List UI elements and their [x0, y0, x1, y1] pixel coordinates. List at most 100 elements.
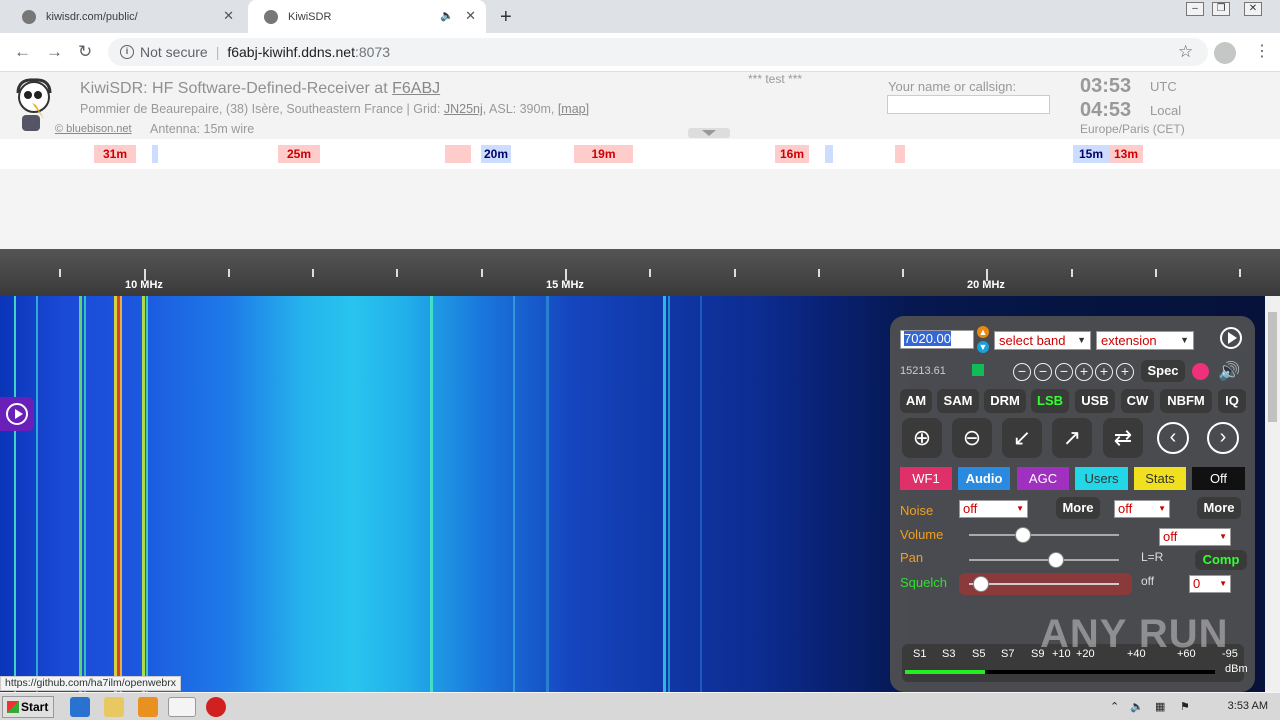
tab-kiwisdr-public[interactable]: kiwisdr.com/public/ ✕ — [6, 0, 244, 33]
frequency-input[interactable]: 7020.00 — [900, 330, 974, 349]
new-tab-button[interactable]: + — [500, 6, 512, 29]
forward-icon[interactable]: → — [46, 42, 63, 62]
volume-select[interactable]: off — [1159, 528, 1231, 546]
mode-sam-button[interactable]: SAM — [937, 389, 979, 413]
credit-link[interactable]: © bluebison.net — [55, 123, 132, 135]
restore-button[interactable]: ❐ — [1212, 2, 1230, 16]
tab-audio-icon[interactable]: 🔈 — [440, 9, 454, 22]
tab-wf1[interactable]: WF1 — [900, 467, 952, 490]
left-panel-toggle[interactable] — [0, 397, 34, 431]
mode-iq-button[interactable]: IQ — [1218, 389, 1246, 413]
account-avatar[interactable] — [1214, 42, 1236, 64]
noise-select[interactable]: off — [959, 500, 1028, 518]
zoom-in-small-icon[interactable]: + — [1075, 363, 1093, 381]
zoom-out-icon[interactable]: − — [1034, 363, 1052, 381]
speaker-icon[interactable]: 🔊 — [1218, 361, 1240, 382]
info-icon[interactable]: i — [120, 45, 134, 59]
band-marker[interactable] — [895, 145, 905, 163]
grid-link[interactable]: JN25nj — [444, 102, 483, 116]
network-tray-icon[interactable]: ▦ — [1155, 700, 1165, 713]
squelch-slider[interactable] — [969, 583, 1119, 585]
media-player-icon[interactable] — [138, 697, 158, 717]
zoom-in-big-icon[interactable]: ⊕ — [902, 418, 942, 458]
zoom-in-icon[interactable]: + — [1095, 363, 1113, 381]
start-button[interactable]: Start — [2, 696, 54, 718]
callsign-link[interactable]: F6ABJ — [392, 80, 440, 97]
noise2-more-button[interactable]: More — [1197, 497, 1241, 519]
pan-slider[interactable] — [969, 559, 1119, 561]
security-app-icon[interactable] — [206, 697, 226, 717]
tab-users[interactable]: Users — [1075, 467, 1128, 490]
waterfall-scrollbar[interactable] — [1265, 296, 1280, 692]
band-marker[interactable] — [825, 145, 833, 163]
comp-button[interactable]: Comp — [1195, 550, 1247, 570]
ie-icon[interactable] — [70, 697, 90, 717]
external-link-icon[interactable] — [972, 364, 984, 376]
minimize-button[interactable]: – — [1186, 2, 1204, 16]
close-tab-icon[interactable]: ✕ — [465, 8, 476, 24]
zoom-in-max-icon[interactable]: + — [1116, 363, 1134, 381]
step-down-icon[interactable]: ▼ — [977, 341, 989, 353]
band-25m[interactable]: 25m — [278, 145, 320, 163]
tab-audio[interactable]: Audio — [958, 467, 1010, 490]
noise-more-button[interactable]: More — [1056, 497, 1100, 519]
taskbar-clock[interactable]: 3:53 AM — [1228, 700, 1268, 712]
frequency-scale[interactable]: 10 MHz 15 MHz 20 MHz — [0, 249, 1280, 296]
close-window-button[interactable]: ✕ — [1244, 2, 1262, 16]
prev-icon[interactable]: ‹ — [1157, 422, 1189, 454]
volume-knob[interactable] — [1015, 527, 1031, 543]
tab-agc[interactable]: AGC — [1017, 467, 1069, 490]
mode-cw-button[interactable]: CW — [1121, 389, 1154, 413]
band-19m[interactable]: 19m — [574, 145, 633, 163]
tray-chevron-icon[interactable]: ⌃ — [1110, 700, 1119, 713]
map-link[interactable]: [map] — [558, 102, 589, 116]
swap-icon[interactable]: ⇄ — [1103, 418, 1143, 458]
zoom-out-max-icon[interactable]: − — [1013, 363, 1031, 381]
close-tab-icon[interactable]: ✕ — [223, 8, 234, 24]
band-13m[interactable]: 13m — [1109, 145, 1143, 163]
band-31m[interactable]: 31m — [94, 145, 136, 163]
chrome-icon[interactable] — [168, 697, 196, 717]
step-up-icon[interactable]: ▲ — [977, 326, 989, 338]
mode-usb-button[interactable]: USB — [1075, 389, 1115, 413]
tab-stats[interactable]: Stats — [1134, 467, 1186, 490]
noise2-select[interactable]: off — [1114, 500, 1170, 518]
spec-button[interactable]: Spec — [1141, 360, 1185, 382]
play-button[interactable] — [1220, 327, 1242, 349]
scrollbar-thumb[interactable] — [1268, 312, 1277, 422]
tab-off[interactable]: Off — [1192, 467, 1245, 490]
squelch-select[interactable]: 0 — [1189, 575, 1231, 593]
menu-icon[interactable]: ⋮ — [1254, 41, 1270, 61]
squelch-knob[interactable] — [973, 576, 989, 592]
band-marker[interactable] — [152, 145, 158, 163]
collapse-header-toggle[interactable] — [688, 128, 730, 138]
pan-knob[interactable] — [1048, 552, 1064, 568]
band-15m[interactable]: 15m — [1073, 145, 1109, 163]
callsign-input[interactable] — [887, 95, 1050, 114]
url-field[interactable]: i Not secure | f6abj-kiwihf.ddns.net :80… — [108, 38, 1208, 66]
next-icon[interactable]: › — [1207, 422, 1239, 454]
reload-icon[interactable]: ↻ — [78, 42, 92, 62]
collapse-icon[interactable]: ↙ — [1002, 418, 1042, 458]
zoom-out-small-icon[interactable]: − — [1055, 363, 1073, 381]
volume-slider[interactable] — [969, 534, 1119, 536]
tab-kiwisdr[interactable]: KiwiSDR 🔈 ✕ — [248, 0, 486, 33]
spectrum-area[interactable] — [0, 169, 1280, 249]
mode-am-button[interactable]: AM — [900, 389, 932, 413]
back-icon[interactable]: ← — [14, 42, 31, 62]
extension-select[interactable]: extension — [1096, 331, 1194, 350]
band-select[interactable]: select band — [994, 331, 1091, 350]
expand-icon[interactable]: ↗ — [1052, 418, 1092, 458]
zoom-out-big-icon[interactable]: ⊖ — [952, 418, 992, 458]
bookmark-star-icon[interactable]: ☆ — [1178, 42, 1193, 62]
mode-nbfm-button[interactable]: NBFM — [1160, 389, 1212, 413]
band-20m[interactable]: 20m — [481, 145, 511, 163]
folder-icon[interactable] — [104, 697, 124, 717]
band-16m[interactable]: 16m — [775, 145, 809, 163]
record-button[interactable] — [1192, 363, 1209, 380]
flag-tray-icon[interactable]: ⚑ — [1180, 700, 1190, 713]
mode-lsb-button[interactable]: LSB — [1031, 389, 1069, 413]
band-marker[interactable] — [445, 145, 471, 163]
mode-drm-button[interactable]: DRM — [984, 389, 1026, 413]
volume-tray-icon[interactable]: 🔈 — [1130, 700, 1144, 713]
